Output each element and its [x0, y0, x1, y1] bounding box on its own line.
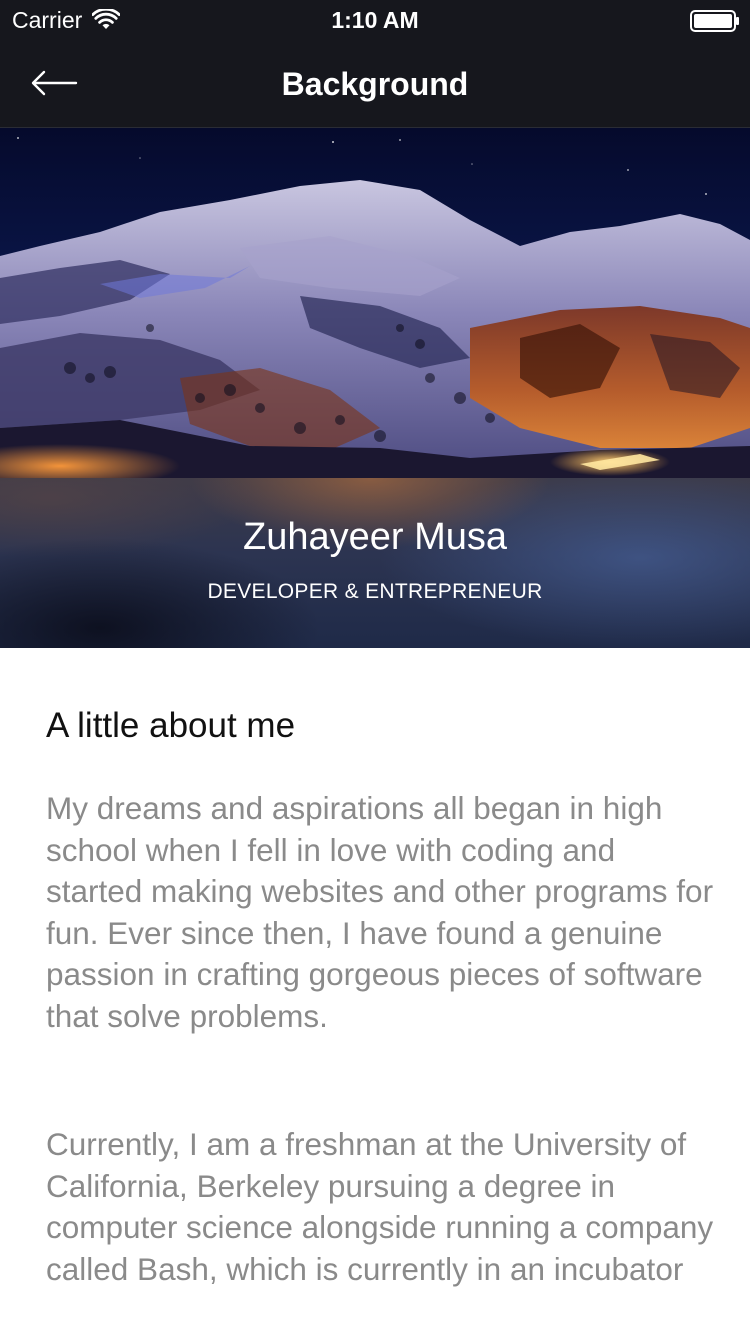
navigation-bar: Background [0, 40, 750, 128]
battery-icon [690, 10, 739, 32]
about-paragraph: My dreams and aspirations all began in h… [46, 790, 714, 1034]
about-section: A little about me My dreams and aspirati… [0, 648, 750, 1334]
profile-role: DEVELOPER & ENTREPRENEUR [207, 580, 543, 603]
about-paragraph: Currently, I am a freshman at the Univer… [46, 1126, 714, 1287]
page-title: Background [281, 66, 469, 102]
about-heading: A little about me [46, 706, 296, 745]
mountain-landscape-image [0, 128, 750, 478]
status-bar: Carrier 1:10 AM [0, 0, 750, 40]
hero-image [0, 128, 750, 478]
profile-header: Zuhayeer Musa DEVELOPER & ENTREPRENEUR [0, 478, 750, 648]
profile-name: Zuhayeer Musa [242, 516, 507, 558]
status-time: 1:10 AM [331, 7, 419, 33]
